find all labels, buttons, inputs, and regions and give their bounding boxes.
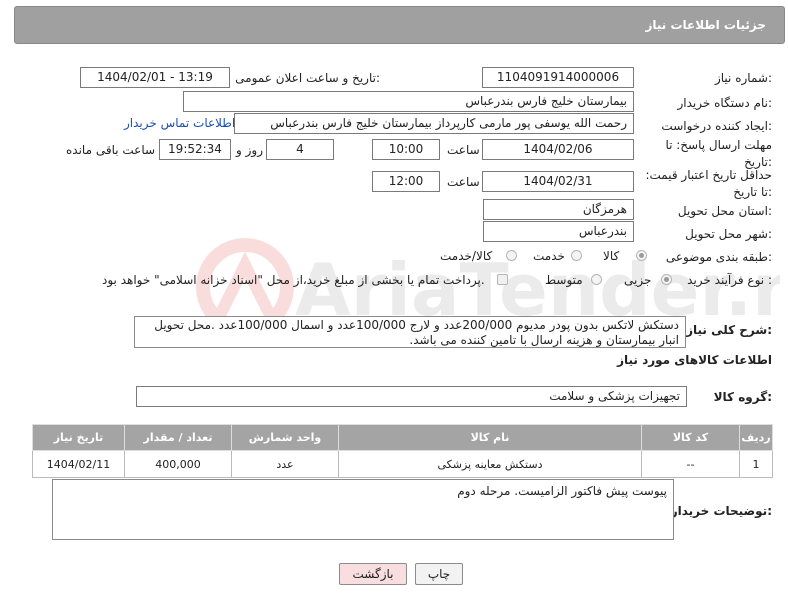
col-item-code: کد کالا bbox=[641, 424, 740, 451]
table-row: 1 -- دستکش معاینه پزشکی عدد 400,000 1404… bbox=[32, 450, 773, 478]
cell-row-number: 1 bbox=[739, 450, 773, 478]
col-need-date: تاریخ نیاز bbox=[32, 424, 125, 451]
buyer-notes-textarea: پیوست پیش فاکتور الزامیست. مرحله دوم bbox=[52, 479, 674, 540]
reply-deadline-label: مهلت ارسال پاسخ: تا تاریخ: bbox=[665, 138, 772, 169]
goods-table: ردیف کد کالا نام کالا واحد شمارش تعداد /… bbox=[32, 424, 773, 478]
requester-field: رحمت الله یوسفی پور مارمی کارپرداز بیمار… bbox=[234, 113, 634, 134]
buyer-org-label: نام دستگاه خریدار: bbox=[677, 96, 773, 110]
price-validity-time-label: ساعت bbox=[447, 175, 480, 189]
description-textarea: دستکش لاتکس بدون پودر مدیوم 200/000عدد و… bbox=[134, 316, 686, 348]
process-radio-partial[interactable] bbox=[661, 274, 672, 285]
col-quantity: تعداد / مقدار bbox=[124, 424, 232, 451]
treasury-payment-note: پرداخت تمام یا بخشی از مبلغ خرید،از محل … bbox=[102, 273, 485, 287]
col-unit: واحد شمارش bbox=[231, 424, 339, 451]
cell-need-date: 1404/02/11 bbox=[32, 450, 125, 478]
goods-table-header: ردیف کد کالا نام کالا واحد شمارش تعداد /… bbox=[32, 424, 773, 451]
back-button[interactable]: بازگشت bbox=[339, 563, 407, 585]
category-radio-service[interactable] bbox=[571, 250, 582, 261]
reply-time-field: 10:00 bbox=[372, 139, 440, 160]
page-header: جزئیات اطلاعات نیاز bbox=[14, 6, 785, 44]
buyer-contact-link[interactable]: اطلاعات تماس خریدار bbox=[124, 116, 235, 130]
reply-time-label: ساعت bbox=[447, 143, 480, 157]
time-remaining-field: 19:52:34 bbox=[159, 139, 231, 160]
description-label: شرح کلی نیاز: bbox=[686, 323, 772, 337]
requester-label: ایجاد کننده درخواست: bbox=[661, 119, 772, 133]
city-label: شهر محل تحویل: bbox=[685, 227, 772, 241]
treasury-payment-checkbox[interactable] bbox=[497, 274, 508, 285]
goods-group-field: تجهیزات پزشکی و سلامت bbox=[136, 386, 687, 407]
category-radio-goods[interactable] bbox=[636, 250, 647, 261]
need-number-field: 1104091914000006 bbox=[482, 67, 634, 88]
process-option-medium: متوسط bbox=[545, 273, 583, 287]
need-number-label: شماره نیاز: bbox=[714, 71, 772, 85]
announce-datetime-field: 1404/02/01 - 13:19 bbox=[80, 67, 230, 88]
reply-date-field: 1404/02/06 bbox=[482, 139, 634, 160]
province-label: استان محل تحویل: bbox=[677, 204, 772, 218]
province-field: هرمزگان bbox=[483, 199, 634, 220]
print-button[interactable]: چاپ bbox=[415, 563, 463, 585]
category-option-both: کالا/خدمت bbox=[440, 249, 493, 263]
days-remaining-field: 4 bbox=[266, 139, 334, 160]
page-title: جزئیات اطلاعات نیاز bbox=[645, 18, 766, 32]
process-radio-medium[interactable] bbox=[591, 274, 602, 285]
category-option-service: خدمت bbox=[533, 249, 565, 263]
process-label: نوع فرآیند خرید : bbox=[687, 273, 772, 287]
buyer-notes-label: توضیحات خریدار: bbox=[670, 504, 772, 518]
goods-group-label: گروه کالا: bbox=[713, 390, 772, 404]
buyer-org-field: بیمارستان خلیج فارس بندرعباس bbox=[183, 91, 634, 112]
price-validity-time-field: 12:00 bbox=[372, 171, 440, 192]
days-label: روز و bbox=[236, 143, 263, 157]
col-item-name: نام کالا bbox=[338, 424, 642, 451]
price-validity-date-field: 1404/02/31 bbox=[482, 171, 634, 192]
category-option-goods: کالا bbox=[603, 249, 620, 263]
category-radio-both[interactable] bbox=[506, 250, 517, 261]
time-remaining-label: ساعت باقی مانده bbox=[66, 143, 156, 157]
price-validity-label: حداقل تاریخ اعتبار قیمت: تا تاریخ: bbox=[645, 168, 772, 199]
process-option-partial: جزیی bbox=[624, 273, 652, 287]
goods-section-title: اطلاعات کالاهای مورد نیاز bbox=[617, 353, 772, 367]
city-field: بندرعباس bbox=[483, 221, 634, 242]
cell-item-name: دستکش معاینه پزشکی bbox=[338, 450, 642, 478]
category-label: طبقه بندی موضوعی: bbox=[665, 250, 772, 264]
cell-unit: عدد bbox=[231, 450, 339, 478]
cell-item-code: -- bbox=[641, 450, 740, 478]
cell-quantity: 400,000 bbox=[124, 450, 232, 478]
announce-label: تاریخ و ساعت اعلان عمومی: bbox=[235, 71, 380, 85]
col-row-number: ردیف bbox=[739, 424, 773, 451]
